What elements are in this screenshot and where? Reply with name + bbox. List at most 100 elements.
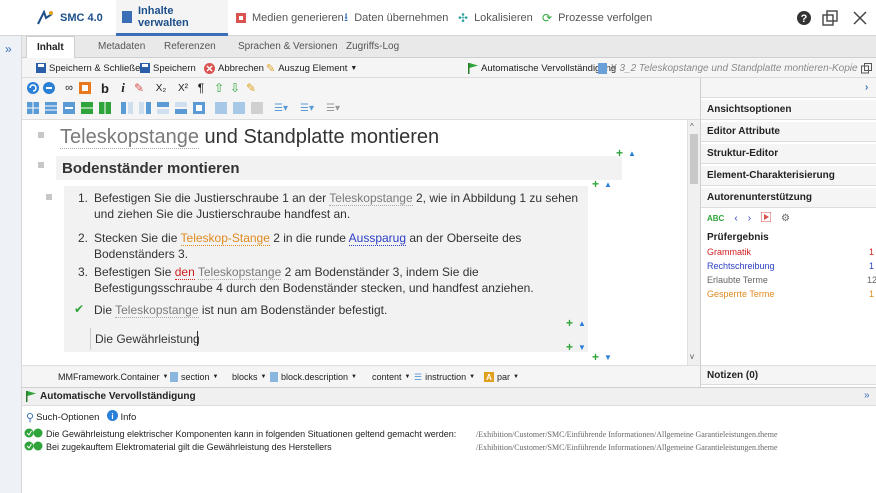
app-logo[interactable]: SMC 4.0 [30,0,109,36]
refresh-button[interactable] [26,81,40,95]
result-grammar[interactable]: Grammatik [707,246,751,258]
align-center-button[interactable] [232,101,246,115]
link-button[interactable]: ∞ [62,81,76,95]
collapse-panel-icon[interactable]: » [864,390,870,401]
move-up-button[interactable]: ⇧ [212,81,226,95]
table-delete-button[interactable] [62,101,76,115]
col-left-button[interactable] [120,101,134,115]
term-den[interactable]: den [174,265,195,280]
table-insert-col-button[interactable] [44,101,58,115]
subtitle[interactable]: Bodenständer montieren [62,160,240,178]
step-1-text[interactable]: Befestigen Sie die Justierschraube 1 an … [94,190,584,222]
move-down-icon[interactable]: ▼ [604,353,612,362]
term-teleskop-stange[interactable]: Teleskop-Stange [180,231,270,246]
subtab-metadaten[interactable]: Metadaten [88,36,155,58]
crumb-block-description[interactable]: block.description ▼ [270,366,357,388]
block-marker[interactable] [46,194,52,200]
table-split-button[interactable] [98,101,112,115]
subtab-zugriffs-log[interactable]: Zugriffs-Log [336,36,409,58]
term-aussparug[interactable]: Aussparug [348,231,407,246]
search-options-button[interactable]: ⚲ Such-Optionen [26,411,99,424]
move-up-icon[interactable]: ▲ [628,149,636,158]
collapse-right-icon[interactable]: › [865,78,868,98]
content-editor[interactable]: Teleskopstange und Standplatte montieren… [22,120,687,365]
move-down-button[interactable]: ⇩ [228,81,242,95]
crumb-blocks[interactable]: blocks ▼ [232,366,266,388]
align-left-button[interactable] [214,101,228,115]
row-below-button[interactable] [174,101,188,115]
scroll-down-icon[interactable]: v [690,352,694,361]
step-3-text[interactable]: Befestigen Sie den Teleskopstange 2 am B… [94,264,584,296]
autocomplete-result[interactable]: Die Gewährleistung elektrischer Komponen… [24,428,874,440]
result-allowed-terms[interactable]: Erlaubte Terme [707,274,768,286]
add-element-button[interactable]: + [592,350,599,364]
popout-icon[interactable] [860,62,872,74]
crumb-content[interactable]: content ▼ [372,366,410,388]
panel-element-characterization[interactable]: Element-Charakterisierung [701,166,876,186]
cell-props-button[interactable] [192,101,206,115]
paragraph-button[interactable]: ¶ [194,81,208,95]
subscript-button[interactable]: X₂ [152,81,170,95]
subtab-inhalt[interactable]: Inhalt [26,36,75,58]
excerpt-element-dropdown[interactable]: ✎ Auszug Element ▼ [266,58,357,78]
subtab-sprachen-versionen[interactable]: Sprachen & Versionen [228,36,348,58]
panel-notes[interactable]: Notizen (0) [701,365,876,385]
outdent-dropdown[interactable]: ☰▾ [322,101,344,115]
highlight-button[interactable]: ✎ [132,81,146,95]
step-2-text[interactable]: Stecken Sie die Teleskop-Stange 2 in die… [94,230,584,262]
tab-inhalte-verwalten[interactable]: Inhalte verwalten [116,0,228,36]
crumb-instruction[interactable]: ☰ instruction ▼ [414,366,475,388]
window-toggle-button[interactable] [818,6,842,30]
help-button[interactable]: ? [792,6,816,30]
save-button[interactable]: Speichern [140,58,196,78]
col-right-button[interactable] [138,101,152,115]
block-marker[interactable] [38,162,44,168]
list-style-dropdown[interactable]: ☰▾ [270,101,292,115]
tab-daten-uebernehmen[interactable]: ⭳ Daten übernehmen [338,0,454,36]
previous-icon[interactable]: ‹ [734,213,737,224]
italic-button[interactable]: i [116,80,130,95]
close-button[interactable] [848,6,872,30]
sync-button[interactable] [42,81,56,95]
move-down-icon[interactable]: ▼ [578,343,586,352]
align-right-button[interactable] [250,101,264,115]
result-text[interactable]: Die Teleskopstange ist nun am Bodenständ… [94,302,584,318]
add-element-button[interactable]: + [566,340,573,354]
scroll-up-icon[interactable]: ^ [690,122,694,131]
add-element-button[interactable]: + [592,177,599,191]
paragraph-input-area[interactable]: Die Gewährleistung [90,328,574,350]
bold-button[interactable]: b [98,81,112,96]
settings-icon[interactable]: ⚙ [781,213,790,224]
expand-icon[interactable]: » [5,42,12,56]
crumb-par[interactable]: Apar ▼ [484,366,519,388]
move-up-icon[interactable]: ▲ [604,180,612,189]
tab-prozesse-verfolgen[interactable]: ⟳ Prozesse verfolgen [536,0,658,36]
title-term[interactable]: Teleskopstange [60,126,199,149]
term-teleskopstange[interactable]: Teleskopstange [329,191,413,206]
scroll-thumb[interactable] [690,134,698,184]
play-icon[interactable] [760,211,772,225]
autocomplete-result[interactable]: Bei zugekauftem Elektromaterial gilt die… [24,441,874,453]
tab-lokalisieren[interactable]: ✣ Lokalisieren [452,0,539,36]
paragraph-input-text[interactable]: Die Gewährleistung [95,331,200,347]
edit-button[interactable]: ✎ [244,81,258,95]
panel-view-options[interactable]: Ansichtsoptionen [701,100,876,120]
spellcheck-icon[interactable]: ABC [707,214,724,223]
table-merge-button[interactable] [80,101,94,115]
tab-medien-generieren[interactable]: Medien generieren [230,0,350,36]
next-icon[interactable]: › [748,213,751,224]
crumb-section[interactable]: section ▼ [170,366,218,388]
indent-dropdown[interactable]: ☰▾ [296,101,318,115]
row-above-button[interactable] [156,101,170,115]
result-spelling[interactable]: Rechtschreibung [707,260,775,272]
editor-scrollbar[interactable]: ^ v [687,120,700,365]
term-teleskopstange[interactable]: Teleskopstange [115,303,199,318]
superscript-button[interactable]: X² [174,81,192,95]
result-blocked-terms[interactable]: Gesperrte Terme [707,288,774,300]
panel-structure-editor[interactable]: Struktur-Editor [701,144,876,164]
term-teleskopstange[interactable]: Teleskopstange [197,265,282,280]
panel-author-support[interactable]: Autorenunterstützung [701,188,876,208]
insert-image-button[interactable] [78,81,92,95]
move-up-icon[interactable]: ▲ [578,319,586,328]
block-marker[interactable] [38,132,44,138]
